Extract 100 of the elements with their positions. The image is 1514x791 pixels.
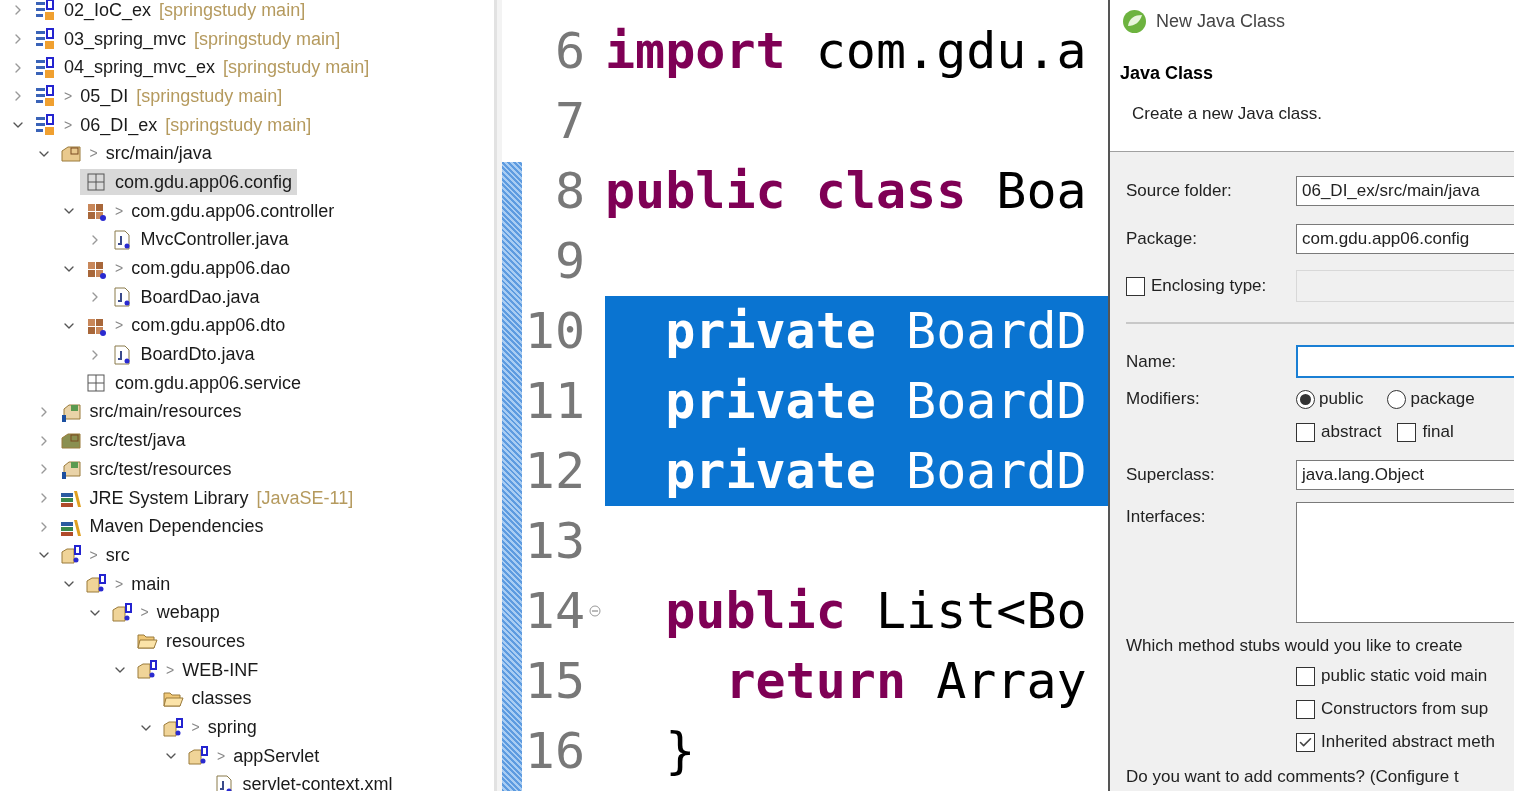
- item-label: com.gdu.app06.config: [115, 170, 293, 194]
- change-marker: >: [140, 603, 149, 623]
- radio-option[interactable]: public: [1296, 386, 1364, 412]
- field-label: Modifiers:: [1126, 388, 1201, 411]
- checkbox-label: Constructors from sup: [1321, 698, 1489, 721]
- item-label: servlet-context.xml: [242, 773, 393, 791]
- code-line: public List<Bo: [664, 581, 1088, 642]
- item-label: main: [131, 572, 171, 596]
- tree-item[interactable]: MvcController.java: [105, 226, 294, 253]
- radio-option[interactable]: package: [1387, 386, 1475, 412]
- item-label: com.gdu.app06.dto: [131, 314, 286, 338]
- item-label: 05_DI: [80, 84, 129, 109]
- change-marker: >: [166, 660, 175, 680]
- item-label: JRE System Library: [89, 486, 249, 510]
- item-label: com.gdu.app06.dao: [131, 257, 291, 281]
- line-number: 16: [523, 721, 585, 782]
- tree-item[interactable]: > com.gdu.app06.dto: [80, 312, 291, 339]
- item-label: MvcController.java: [140, 228, 289, 252]
- tree-item[interactable]: > src/main/java: [54, 140, 217, 167]
- tree-item[interactable]: > com.gdu.app06.dao: [80, 255, 296, 282]
- checkbox[interactable]: [1126, 276, 1145, 296]
- item-label: appServlet: [233, 744, 320, 768]
- project-icon: [34, 28, 56, 51]
- folder-icon: [187, 745, 209, 768]
- checkbox-label: final: [1422, 421, 1454, 444]
- tree-item[interactable]: src/test/java: [54, 427, 191, 454]
- change-marker: >: [217, 746, 226, 766]
- code-line: import com.gdu.a: [605, 21, 1088, 82]
- tree-item[interactable]: servlet-context.xml: [207, 771, 398, 791]
- change-marker: >: [115, 259, 124, 279]
- tree-item[interactable]: Maven Dependencies: [54, 513, 269, 540]
- item-label: 04_spring_mvc_ex: [64, 56, 216, 80]
- item-label: 06_DI_ex: [80, 113, 158, 138]
- change-marker: >: [191, 718, 200, 738]
- superclass-field[interactable]: java.lang.Object: [1296, 459, 1514, 490]
- checkbox[interactable]: [1296, 732, 1315, 752]
- repository-label: [springstudy main]: [159, 0, 306, 22]
- item-label: src: [105, 543, 130, 567]
- tree-item[interactable]: > spring: [156, 714, 262, 741]
- checkbox[interactable]: [1397, 422, 1417, 442]
- tree-item[interactable]: > WEB-INF: [131, 657, 264, 684]
- item-label: src/main/resources: [89, 400, 242, 424]
- leaf-icon: [1122, 8, 1147, 34]
- tree-item[interactable]: > main: [80, 571, 176, 598]
- item-label: 03_spring_mvc: [64, 27, 187, 52]
- tree-item[interactable]: > com.gdu.app06.controller: [80, 198, 340, 225]
- project-icon: [34, 85, 56, 108]
- interfaces-list[interactable]: [1296, 502, 1514, 623]
- checkbox-label: Inherited abstract meth: [1321, 731, 1495, 754]
- line-number: 15: [523, 651, 585, 712]
- tree-item[interactable]: com.gdu.app06.service: [80, 370, 307, 397]
- tree-item[interactable]: 02_IoC_ex [springstudy main]: [29, 0, 311, 24]
- tree-item[interactable]: com.gdu.app06.config: [80, 169, 298, 196]
- tree-item[interactable]: classes: [156, 685, 257, 712]
- checkbox[interactable]: [1296, 666, 1315, 686]
- item-label: com.gdu.app06.controller: [131, 199, 335, 223]
- resource-folder-icon: [59, 458, 82, 481]
- tree-item[interactable]: > webapp: [105, 599, 225, 626]
- checkbox-label: abstract: [1321, 421, 1382, 444]
- source-folder-field[interactable]: 06_DI_ex/src/main/java: [1296, 176, 1514, 206]
- package-icon: [85, 372, 107, 395]
- item-label: com.gdu.app06.service: [115, 371, 302, 395]
- project-icon: [34, 0, 56, 22]
- project-icon: [34, 114, 56, 137]
- checkbox-label: public static void main: [1321, 665, 1488, 688]
- tree-item[interactable]: resources: [131, 628, 251, 655]
- field-label: Package:: [1126, 228, 1198, 251]
- tree-item[interactable]: > src: [54, 542, 135, 569]
- folder-icon: [59, 544, 82, 567]
- checkbox[interactable]: [1296, 422, 1315, 442]
- code-line: return Array: [724, 651, 1088, 712]
- change-marker: >: [64, 115, 73, 135]
- line-number: 11: [523, 371, 585, 432]
- item-label: webapp: [156, 601, 220, 625]
- tree-item[interactable]: BoardDto.java: [105, 341, 260, 368]
- item-label: classes: [191, 687, 252, 711]
- change-marker: >: [115, 316, 124, 336]
- checkbox-label: Enclosing type:: [1151, 275, 1267, 298]
- tree-item[interactable]: BoardDao.java: [105, 284, 265, 311]
- tree-item[interactable]: > appServlet: [182, 743, 325, 770]
- tree-item[interactable]: src/main/resources: [54, 398, 247, 425]
- line-number: 8: [553, 161, 585, 222]
- tree-item[interactable]: > 05_DI [springstudy main]: [29, 83, 288, 110]
- method-stubs-question: Which method stubs would you like to create: [1126, 635, 1464, 655]
- checkbox[interactable]: [1296, 699, 1315, 719]
- name-field[interactable]: [1296, 345, 1514, 378]
- change-marker: >: [89, 144, 98, 164]
- change-marker: >: [64, 86, 73, 106]
- item-label: WEB-INF: [182, 658, 259, 682]
- tree-item[interactable]: > 06_DI_ex [springstudy main]: [29, 112, 317, 139]
- item-label: src/test/java: [89, 429, 186, 453]
- tree-item[interactable]: JRE System Library [JavaSE-11]: [54, 485, 359, 512]
- tree-item[interactable]: src/test/resources: [54, 456, 237, 483]
- item-label: resources: [166, 629, 246, 653]
- repository-label: [springstudy main]: [223, 56, 370, 80]
- tree-item[interactable]: 04_spring_mvc_ex [springstudy main]: [29, 54, 375, 81]
- package-field[interactable]: com.gdu.app06.config: [1296, 224, 1514, 254]
- field-label: Name:: [1126, 350, 1178, 373]
- tree-item[interactable]: 03_spring_mvc [springstudy main]: [29, 26, 346, 53]
- repository-label: [springstudy main]: [194, 27, 341, 51]
